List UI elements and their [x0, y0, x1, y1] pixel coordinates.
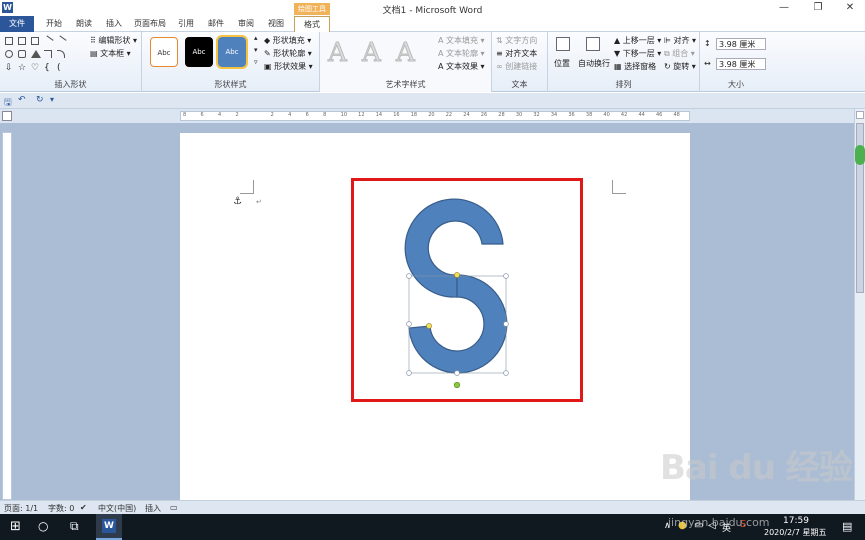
task-view-icon[interactable]: ⧉ [70, 519, 79, 534]
macro-record-icon[interactable]: ▭ [170, 503, 178, 512]
notification-icon[interactable]: ▤ [842, 520, 852, 533]
clock-time[interactable]: 17:59 [783, 516, 809, 526]
language-indicator[interactable]: 中文(中国) [98, 503, 136, 514]
baidu-watermark-url: jingyan.baidu.com [668, 516, 770, 529]
vertical-scrollbar[interactable] [854, 109, 865, 500]
baidu-watermark: Bai du 经验 [660, 448, 853, 488]
windows-start-icon[interactable]: ⊞ [10, 519, 21, 534]
floating-assistant-icon[interactable] [855, 145, 865, 165]
search-icon[interactable]: ○ [38, 519, 48, 533]
scroll-up-icon[interactable] [856, 111, 864, 119]
insert-mode[interactable]: 插入 [145, 503, 161, 514]
word-taskbar-button[interactable]: W [96, 514, 122, 540]
word-count[interactable]: 字数: 0 [48, 503, 74, 514]
word-taskbar-icon: W [102, 519, 116, 533]
status-bar: 页面: 1/1 字数: 0 ✔ 中文(中国) 插入 ▭ [0, 500, 865, 514]
clock-date[interactable]: 2020/2/7 星期五 [764, 527, 826, 538]
proofing-icon[interactable]: ✔ [80, 503, 87, 512]
page-count[interactable]: 页面: 1/1 [4, 503, 38, 514]
highlight-box [351, 178, 583, 402]
